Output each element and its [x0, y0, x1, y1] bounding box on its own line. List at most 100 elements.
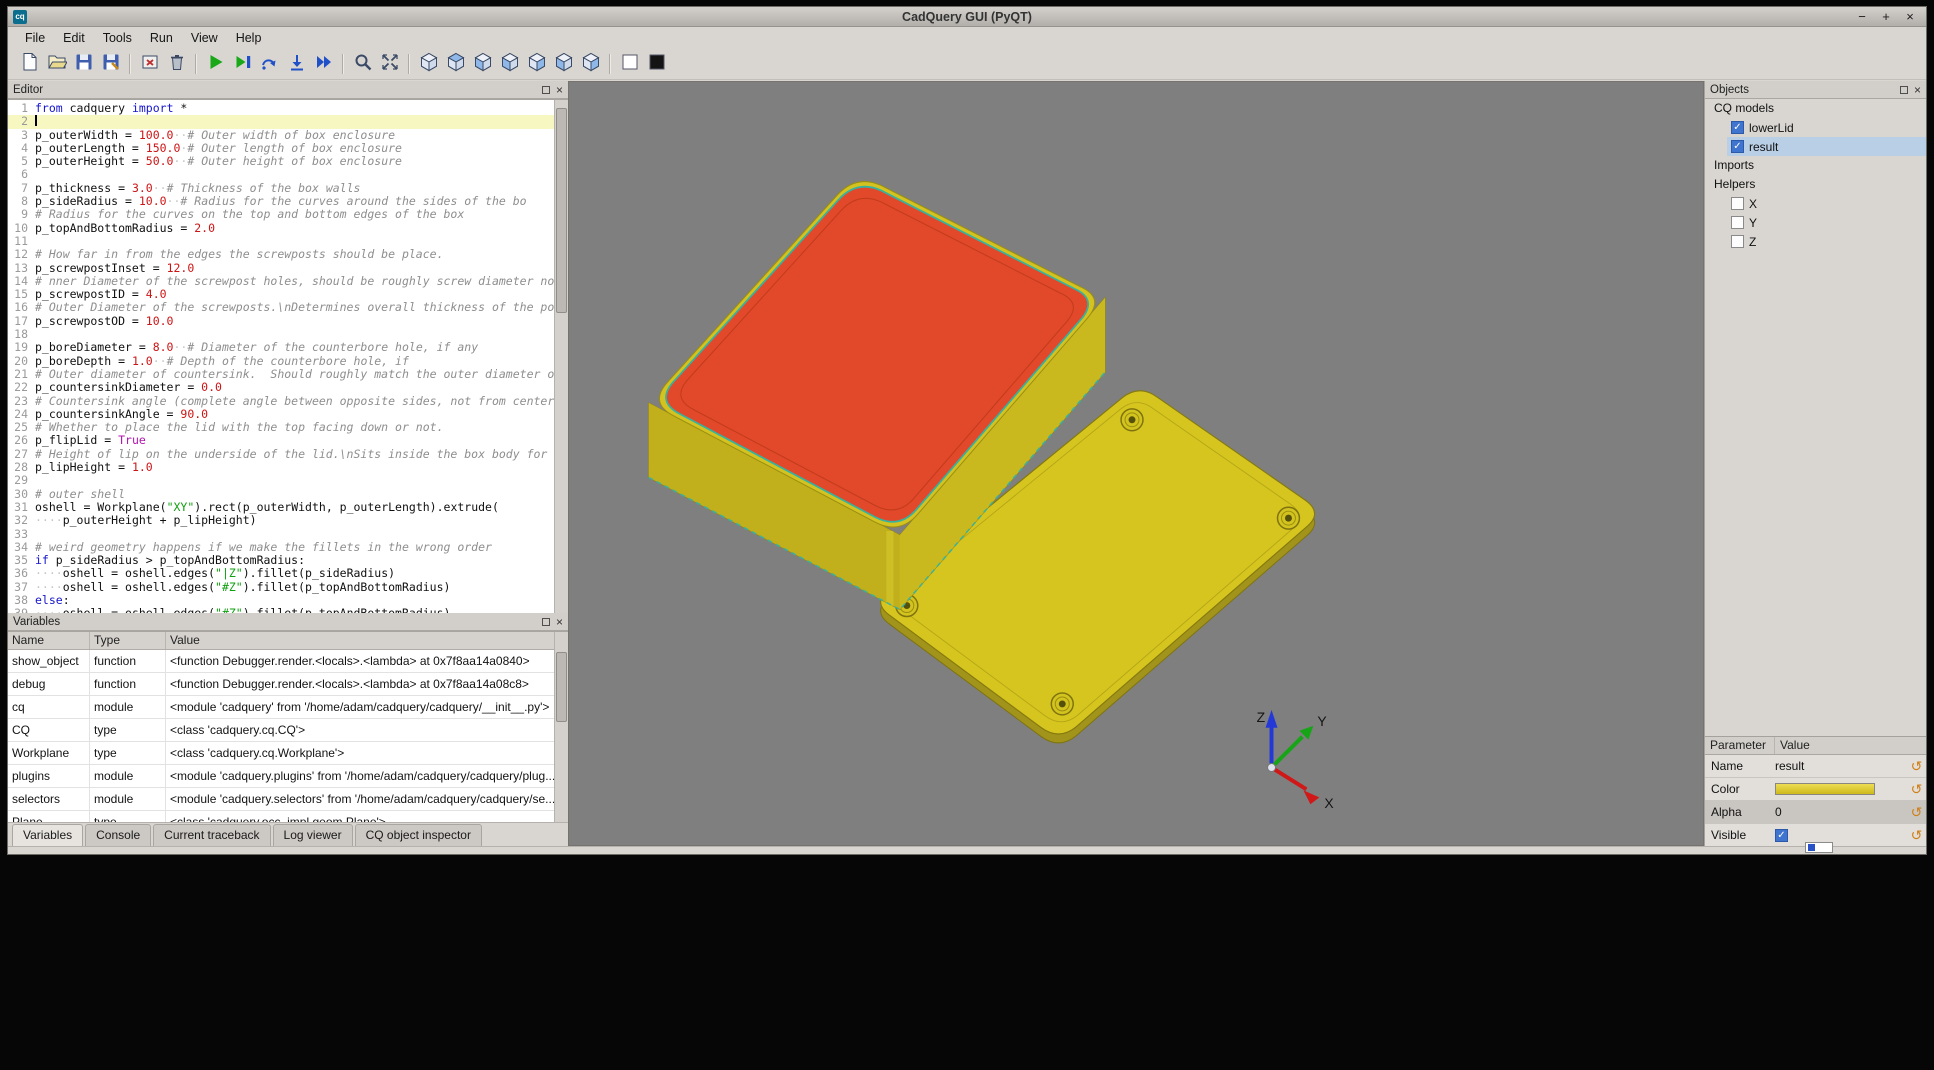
variable-row[interactable]: CQtype<class 'cadquery.cq.CQ'>	[8, 719, 568, 742]
step-into-button[interactable]	[283, 51, 310, 77]
new-button[interactable]	[16, 51, 43, 77]
code-line[interactable]: 3p_outerWidth = 100.0··# Outer width of …	[8, 129, 554, 142]
code-line[interactable]: 30# outer shell	[8, 488, 554, 501]
view-iso-button[interactable]	[415, 51, 442, 77]
bg-black-button[interactable]	[643, 51, 670, 77]
float-panel-icon[interactable]	[1900, 86, 1908, 94]
tree-item-y[interactable]: Y	[1727, 213, 1926, 232]
variable-row[interactable]: Workplanetype<class 'cadquery.cq.Workpla…	[8, 742, 568, 765]
code-line[interactable]: 35if p_sideRadius > p_topAndBottomRadius…	[8, 554, 554, 567]
tree-item-x[interactable]: X	[1727, 194, 1926, 213]
tab-cq-object-inspector[interactable]: CQ object inspector	[355, 824, 482, 846]
code-line[interactable]: 26p_flipLid = True	[8, 434, 554, 447]
parameter-column-parameter[interactable]: Parameter	[1705, 737, 1775, 754]
close-panel-icon[interactable]: ×	[1914, 84, 1921, 96]
minimize-button[interactable]: −	[1856, 9, 1868, 24]
code-line[interactable]: 25# Whether to place the lid with the to…	[8, 421, 554, 434]
code-line[interactable]: 31oshell = Workplane("XY").rect(p_outerW…	[8, 501, 554, 514]
view-back-button[interactable]	[577, 51, 604, 77]
float-panel-icon[interactable]	[542, 618, 550, 626]
code-line[interactable]: 22p_countersinkDiameter = 0.0	[8, 381, 554, 394]
open-button[interactable]	[43, 51, 70, 77]
code-line[interactable]: 11	[8, 235, 554, 248]
code-line[interactable]: 12# How far in from the edges the screwp…	[8, 248, 554, 261]
reset-icon[interactable]: ↺	[1907, 827, 1926, 844]
editor-scrollbar[interactable]	[554, 100, 568, 613]
variables-column-value[interactable]: Value	[166, 632, 568, 649]
menu-edit[interactable]: Edit	[54, 29, 94, 47]
run-button[interactable]	[202, 51, 229, 77]
code-line[interactable]: 4p_outerLength = 150.0·# Outer length of…	[8, 142, 554, 155]
code-line[interactable]: 13p_screwpostInset = 12.0	[8, 262, 554, 275]
tree-group-cq-models[interactable]: CQ models	[1705, 99, 1926, 118]
code-line[interactable]: 2	[8, 115, 554, 128]
param-row-alpha[interactable]: Alpha0↺	[1705, 801, 1926, 824]
code-line[interactable]: 34# weird geometry happens if we make th…	[8, 541, 554, 554]
visibility-checkbox[interactable]	[1731, 197, 1744, 210]
titlebar[interactable]: cq CadQuery GUI (PyQT) − + ×	[8, 7, 1926, 27]
code-line[interactable]: 24p_countersinkAngle = 90.0	[8, 408, 554, 421]
visibility-checkbox[interactable]: ✓	[1775, 829, 1788, 842]
code-line[interactable]: 7p_thickness = 3.0··# Thickness of the b…	[8, 182, 554, 195]
view-right-button[interactable]	[523, 51, 550, 77]
code-line[interactable]: 33	[8, 528, 554, 541]
view-top-button[interactable]	[442, 51, 469, 77]
save-as-button[interactable]	[97, 51, 124, 77]
clear-button[interactable]	[136, 51, 163, 77]
menu-file[interactable]: File	[16, 29, 54, 47]
code-line[interactable]: 15p_screwpostID = 4.0	[8, 288, 554, 301]
color-swatch[interactable]	[1775, 783, 1875, 795]
3d-viewport[interactable]: Z Y X	[568, 81, 1704, 846]
debug-button[interactable]	[229, 51, 256, 77]
visibility-checkbox[interactable]	[1731, 216, 1744, 229]
code-line[interactable]: 18	[8, 328, 554, 341]
view-left-button[interactable]	[496, 51, 523, 77]
tree-group-imports[interactable]: Imports	[1705, 156, 1926, 175]
tab-variables[interactable]: Variables	[12, 824, 83, 846]
delete-button[interactable]	[163, 51, 190, 77]
tree-item-z[interactable]: Z	[1727, 232, 1926, 251]
code-line[interactable]: 32····p_outerHeight + p_lipHeight)	[8, 514, 554, 527]
step-over-button[interactable]	[256, 51, 283, 77]
menu-tools[interactable]: Tools	[94, 29, 141, 47]
editor-scrollbar-thumb[interactable]	[556, 108, 567, 313]
reset-icon[interactable]: ↺	[1907, 758, 1926, 775]
zoom-button[interactable]	[349, 51, 376, 77]
code-line[interactable]: 20p_boreDepth = 1.0··# Depth of the coun…	[8, 355, 554, 368]
code-line[interactable]: 36····oshell = oshell.edges("|Z").fillet…	[8, 567, 554, 580]
code-line[interactable]: 29	[8, 474, 554, 487]
variables-scrollbar-thumb[interactable]	[556, 652, 567, 722]
tree-group-helpers[interactable]: Helpers	[1705, 175, 1926, 194]
code-line[interactable]: 27# Height of lip on the underside of th…	[8, 448, 554, 461]
close-panel-icon[interactable]: ×	[556, 616, 563, 628]
tree-item-result[interactable]: ✓result	[1727, 137, 1926, 156]
variable-row[interactable]: debugfunction<function Debugger.render.<…	[8, 673, 568, 696]
code-line[interactable]: 6	[8, 168, 554, 181]
tab-console[interactable]: Console	[85, 824, 151, 846]
code-line[interactable]: 9# Radius for the curves on the top and …	[8, 208, 554, 221]
3d-scene[interactable]: Z Y X	[569, 82, 1703, 845]
code-editor[interactable]: 1from cadquery import *23p_outerWidth = …	[8, 99, 568, 613]
code-line[interactable]: 17p_screwpostOD = 10.0	[8, 315, 554, 328]
variables-scrollbar[interactable]	[554, 632, 568, 825]
continue-button[interactable]	[310, 51, 337, 77]
param-row-color[interactable]: Color↺	[1705, 778, 1926, 801]
variables-column-type[interactable]: Type	[90, 632, 166, 649]
param-row-name[interactable]: Nameresult↺	[1705, 755, 1926, 778]
close-button[interactable]: ×	[1904, 9, 1916, 24]
code-area[interactable]: 1from cadquery import *23p_outerWidth = …	[8, 102, 554, 613]
maximize-button[interactable]: +	[1880, 9, 1892, 24]
code-line[interactable]: 38else:	[8, 594, 554, 607]
fit-all-button[interactable]	[376, 51, 403, 77]
float-panel-icon[interactable]	[542, 86, 550, 94]
code-line[interactable]: 19p_boreDiameter = 8.0··# Diameter of th…	[8, 341, 554, 354]
close-panel-icon[interactable]: ×	[556, 84, 563, 96]
variable-row[interactable]: pluginsmodule<module 'cadquery.plugins' …	[8, 765, 568, 788]
code-line[interactable]: 1from cadquery import *	[8, 102, 554, 115]
code-line[interactable]: 10p_topAndBottomRadius = 2.0	[8, 222, 554, 235]
variable-row[interactable]: show_objectfunction<function Debugger.re…	[8, 650, 568, 673]
bg-white-button[interactable]	[616, 51, 643, 77]
menu-view[interactable]: View	[182, 29, 227, 47]
code-line[interactable]: 8p_sideRadius = 10.0··# Radius for the c…	[8, 195, 554, 208]
save-button[interactable]	[70, 51, 97, 77]
